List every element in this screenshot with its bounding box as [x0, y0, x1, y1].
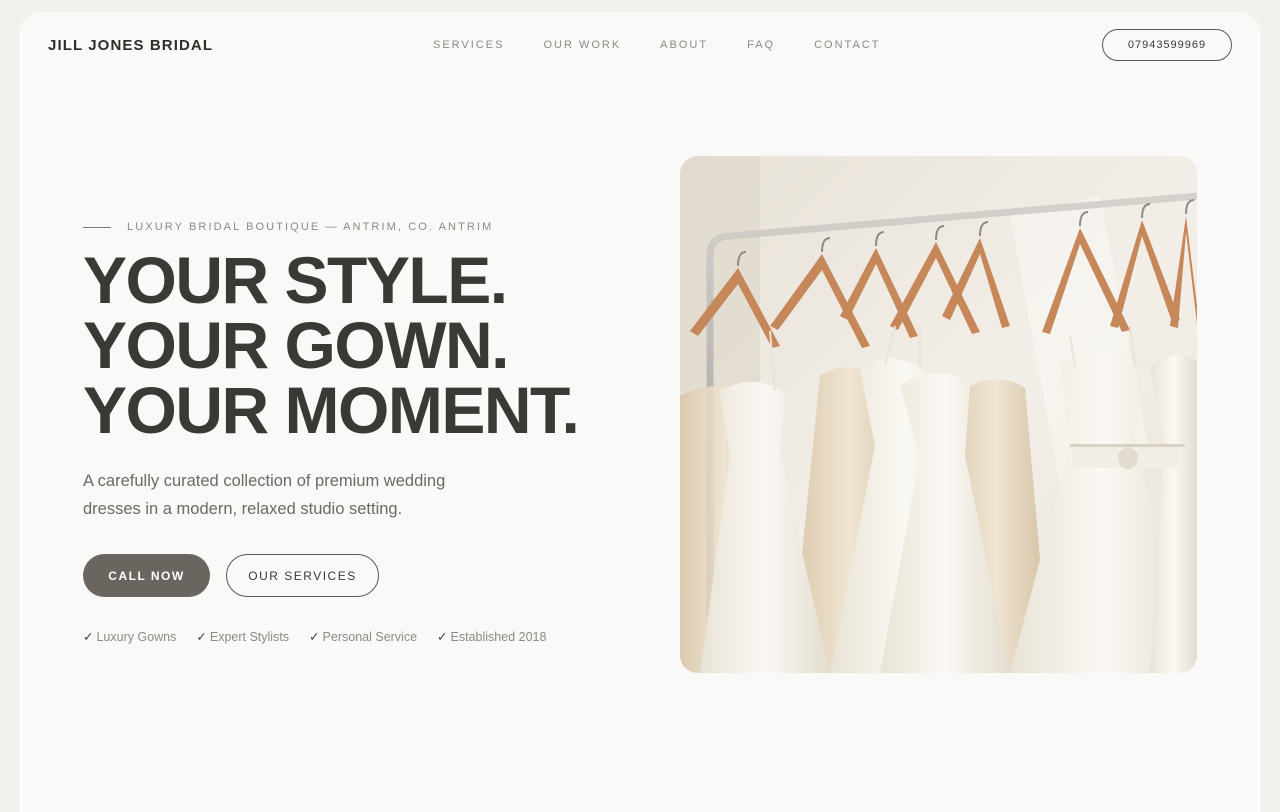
feature-item: ✓ Established 2018 [437, 629, 546, 644]
headline-line-2: YOUR GOWN. [83, 308, 510, 382]
headline-line-1: YOUR STYLE. [83, 243, 508, 317]
eyebrow-rule [83, 226, 111, 228]
check-icon: ✓ [83, 630, 94, 644]
feature-label: Luxury Gowns [96, 630, 177, 644]
nav-faq[interactable]: FAQ [747, 39, 775, 51]
feature-label: Established 2018 [450, 630, 547, 644]
feature-label: Personal Service [322, 630, 418, 644]
check-icon: ✓ [196, 630, 207, 644]
our-services-button[interactable]: OUR SERVICES [226, 554, 379, 597]
eyebrow-text: LUXURY BRIDAL BOUTIQUE — ANTRIM, CO. ANT… [127, 221, 494, 233]
main-nav: SERVICES OUR WORK ABOUT FAQ CONTACT [433, 39, 919, 51]
nav-about[interactable]: ABOUT [660, 39, 708, 51]
feature-item: ✓ Luxury Gowns [83, 629, 176, 644]
dresses-illustration [680, 156, 1197, 673]
brand-logo[interactable]: JILL JONES BRIDAL [48, 37, 213, 54]
feature-label: Expert Stylists [209, 630, 290, 644]
check-icon: ✓ [437, 630, 448, 644]
check-icon: ✓ [309, 630, 320, 644]
feature-list: ✓ Luxury Gowns ✓ Expert Stylists ✓ Personal… [83, 629, 566, 644]
phone-button[interactable]: 07943599969 [1102, 29, 1232, 61]
call-now-button[interactable]: CALL NOW [83, 554, 210, 597]
nav-our-work[interactable]: OUR WORK [543, 39, 621, 51]
nav-services[interactable]: SERVICES [433, 39, 504, 51]
hero-headline: YOUR STYLE. YOUR GOWN. YOUR MOMENT. [83, 243, 580, 447]
feature-item: ✓ Personal Service [309, 629, 417, 644]
nav-contact[interactable]: CONTACT [814, 39, 880, 51]
feature-item: ✓ Expert Stylists [196, 629, 289, 644]
hero-lead: A carefully curated collection of premiu… [83, 472, 446, 518]
eyebrow: LUXURY BRIDAL BOUTIQUE — ANTRIM, CO. ANT… [83, 221, 493, 233]
headline-line-3: YOUR MOMENT. [83, 373, 580, 447]
hero-image [680, 156, 1197, 673]
